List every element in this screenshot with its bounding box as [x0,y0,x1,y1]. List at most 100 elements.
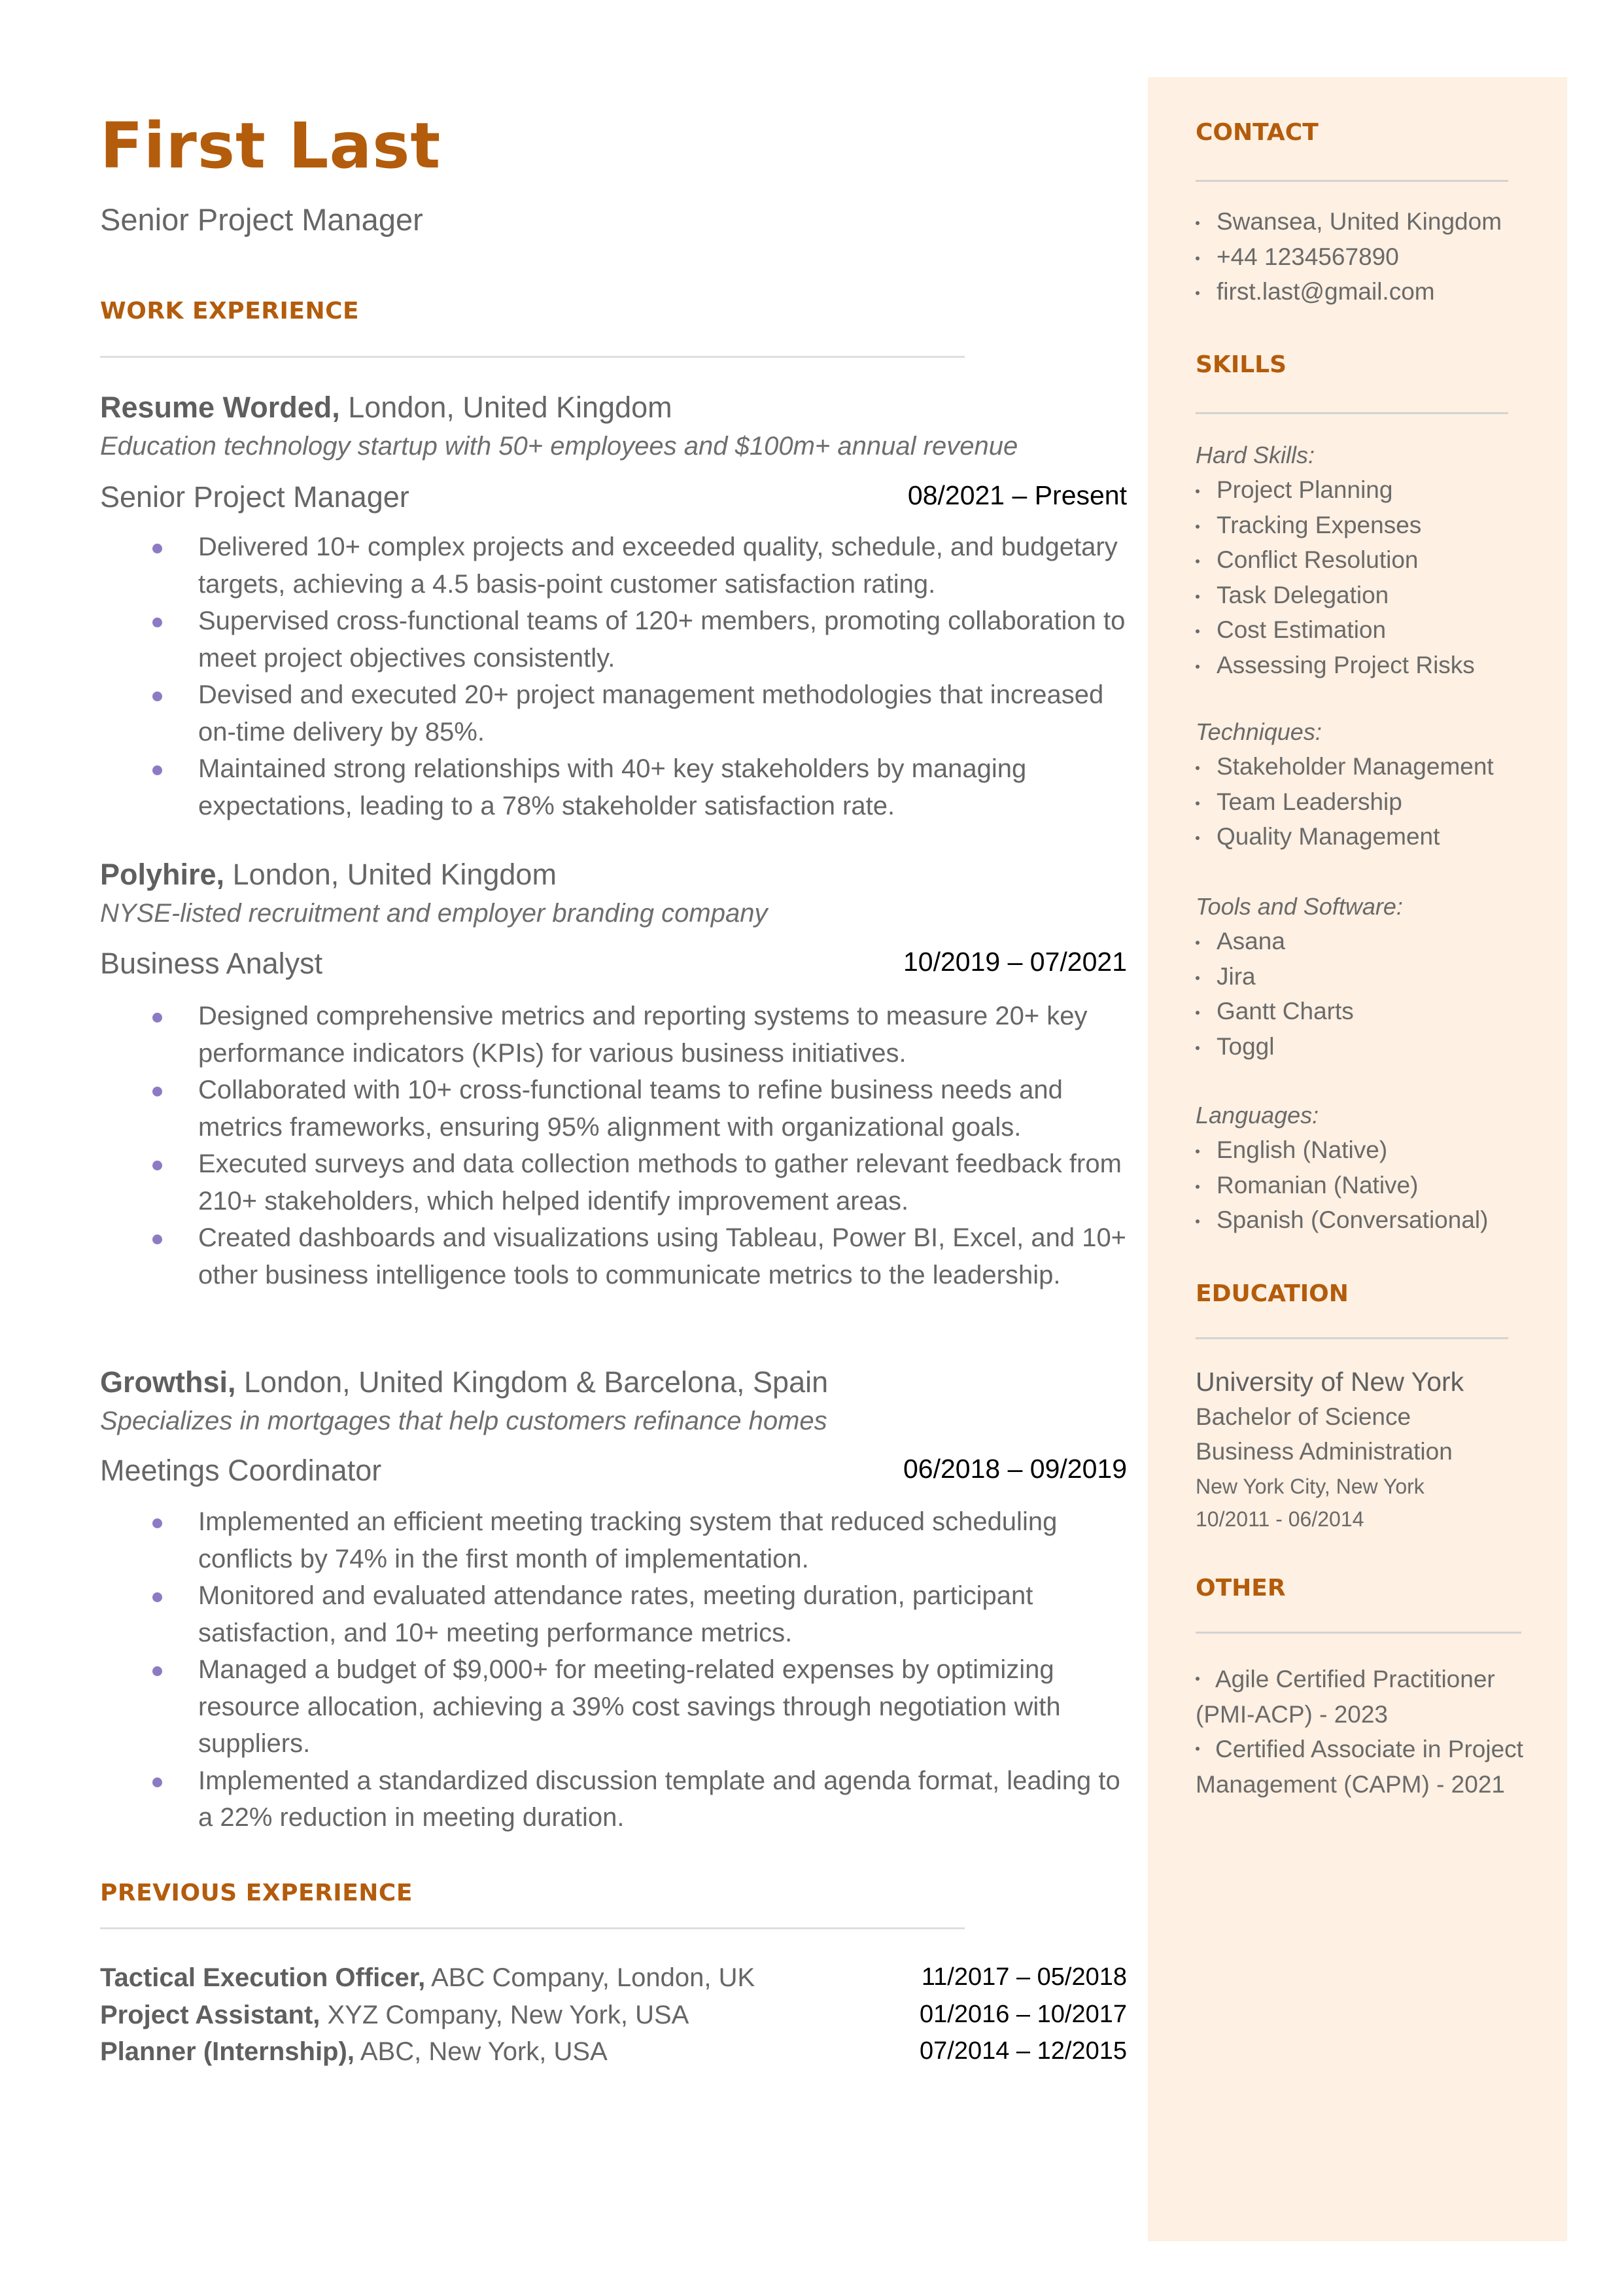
previous-job-dates: 07/2014 – 12/2015 [920,2037,1127,2065]
company-line: Growthsi, London, United Kingdom & Barce… [100,1367,828,1397]
bullet-icon [1196,664,1200,669]
bullet-icon [1196,489,1200,493]
contact-email-link[interactable]: first.last@gmail.com [1217,278,1435,305]
list-item: Delivered 10+ complex projects and excee… [100,529,1127,603]
previous-job-dates: 11/2017 – 05/2018 [921,1963,1127,1991]
skill-item: English (Native) [1196,1132,1488,1168]
previous-job-company: ABC Company, London, UK [425,1963,755,1992]
bullet-icon [1196,1184,1200,1189]
job-bullets: Delivered 10+ complex projects and excee… [100,529,1127,824]
education-heading: EDUCATION [1196,1280,1349,1307]
job-role: Meetings Coordinator [100,1454,382,1487]
list-item: Devised and executed 20+ project managem… [100,676,1127,750]
bullet-icon [152,1777,162,1787]
skill-text: English (Native) [1217,1136,1388,1163]
skill-text: Conflict Resolution [1217,546,1419,573]
bullet-text: Implemented an efficient meeting trackin… [198,1507,1058,1573]
contact-phone-text: +44 1234567890 [1217,243,1399,270]
bullet-icon [1196,524,1200,529]
list-item: Created dashboards and visualizations us… [100,1219,1127,1293]
bullet-icon [152,765,162,775]
bullet-icon [1196,594,1200,599]
bullet-icon [1196,1149,1200,1153]
certification-text: Certified Associate in Project Managemen… [1196,1736,1523,1798]
list-item: Designed comprehensive metrics and repor… [100,998,1127,1072]
education-divider [1196,1337,1508,1339]
skills-category-label: Techniques: [1196,718,1322,745]
bullet-icon [1196,1219,1200,1223]
job-bullets: Designed comprehensive metrics and repor… [100,998,1127,1293]
company-location: London, United Kingdom [224,858,557,891]
job-dates: 08/2021 – Present [907,480,1127,510]
job-dates: 06/2018 – 09/2019 [903,1454,1127,1484]
bullet-icon [1196,559,1200,563]
skill-item: Romanian (Native) [1196,1168,1488,1203]
bullet-icon [1196,836,1200,840]
list-item: Collaborated with 10+ cross-functional t… [100,1072,1127,1146]
company-location: London, United Kingdom & Barcelona, Spai… [235,1365,829,1399]
bullet-text: Executed surveys and data collection met… [198,1149,1122,1216]
skill-text: Tracking Expenses [1217,511,1422,538]
previous-job-row: Planner (Internship), ABC, New York, USA… [100,2039,1127,2065]
skills-category-label: Languages: [1196,1102,1319,1129]
bullet-text: Implemented a standardized discussion te… [198,1766,1120,1832]
company-location: London, United Kingdom [339,391,672,424]
education-school: University of New York [1196,1367,1464,1397]
company-description: NYSE-listed recruitment and employer bra… [100,899,768,928]
list-item: Monitored and evaluated attendance rates… [100,1577,1127,1651]
company-description: Specializes in mortgages that help custo… [100,1407,827,1435]
bullet-text: Delivered 10+ complex projects and excee… [198,533,1118,599]
previous-job-company: XYZ Company, New York, USA [320,2001,689,2029]
work-experience-divider [100,356,965,358]
bullet-icon [1196,1045,1200,1050]
education-field: Business Administration [1196,1438,1453,1465]
work-experience-heading: WORK EXPERIENCE [100,298,360,324]
list-item: Implemented an efficient meeting trackin… [100,1503,1127,1577]
list-item: Executed surveys and data collection met… [100,1146,1127,1219]
skill-item: Conflict Resolution [1196,542,1475,578]
skills-divider [1196,412,1508,414]
bullet-text: Devised and executed 20+ project managem… [198,680,1104,746]
skill-text: Gantt Charts [1217,998,1354,1025]
skill-item: Spanish (Conversational) [1196,1202,1488,1238]
bullet-text: Collaborated with 10+ cross-functional t… [198,1076,1063,1142]
role-row: Business Analyst 10/2019 – 07/2021 [100,947,1127,980]
job-dates: 10/2019 – 07/2021 [903,947,1127,977]
certification-text: Agile Certified Practitioner (PMI-ACP) -… [1196,1666,1495,1728]
skills-list: Project Planning Tracking Expenses Confl… [1196,472,1475,682]
job-role: Business Analyst [100,947,323,980]
bullet-icon [152,1592,162,1602]
company-name: Polyhire, [100,858,225,891]
bullet-icon [1196,629,1200,633]
role-row: Senior Project Manager 08/2021 – Present [100,482,1127,512]
bullet-icon [1196,766,1200,770]
skill-item: Team Leadership [1196,784,1494,820]
bullet-icon [152,692,162,701]
contact-list: Swansea, United Kingdom +44 1234567890 f… [1196,204,1502,309]
certification-item: Certified Associate in Project Managemen… [1196,1732,1536,1802]
bullet-icon [1196,801,1200,805]
other-list: Agile Certified Practitioner (PMI-ACP) -… [1196,1662,1536,1802]
previous-job-role: Planner (Internship), [100,2037,354,2066]
bullet-text: Maintained strong relationships with 40+… [198,754,1027,820]
contact-email[interactable]: first.last@gmail.com [1196,274,1502,309]
previous-job-role: Tactical Execution Officer, [100,1963,426,1992]
bullet-icon [152,1666,162,1676]
contact-heading: CONTACT [1196,119,1319,146]
contact-location-text: Swansea, United Kingdom [1217,208,1502,235]
bullet-text: Created dashboards and visualizations us… [198,1223,1127,1289]
skill-text: Project Planning [1217,476,1393,503]
bullet-icon [152,618,162,627]
bullet-icon [1196,1677,1200,1681]
company-name: Growthsi, [100,1365,236,1399]
skill-item: Tracking Expenses [1196,508,1475,543]
bullet-icon [152,1013,162,1023]
skill-item: Stakeholder Management [1196,749,1494,784]
skill-text: Team Leadership [1217,788,1402,815]
bullet-icon [152,1161,162,1170]
contact-location: Swansea, United Kingdom [1196,204,1502,239]
skill-text: Cost Estimation [1217,616,1387,643]
skills-category-label: Hard Skills: [1196,442,1315,468]
bullet-icon [1196,256,1200,260]
skill-item: Project Planning [1196,472,1475,508]
